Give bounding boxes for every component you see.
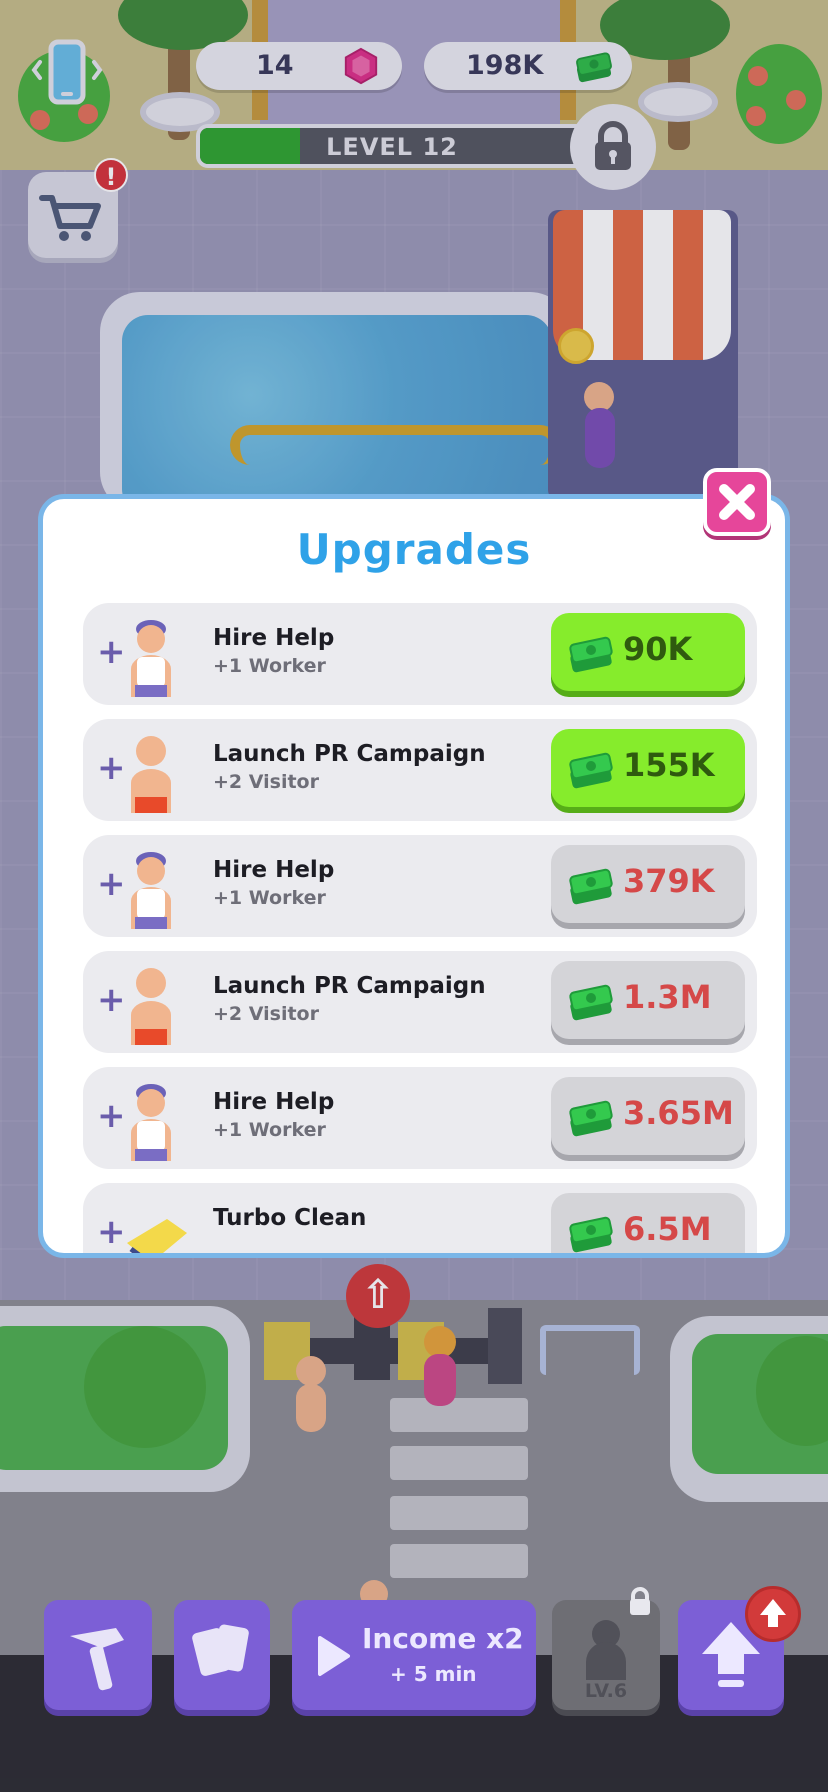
upgrade-price: 3.65M (623, 1094, 734, 1132)
visitor-avatar-icon (121, 729, 181, 813)
play-icon (318, 1636, 350, 1676)
upgrade-subtitle: +1 Worker (213, 1119, 326, 1141)
upgrade-row: + Hire Help +1 Worker 379K (83, 835, 757, 937)
worker-avatar-icon (121, 1077, 181, 1161)
upgrade-subtitle: +1 Worker (213, 887, 326, 909)
upgrade-title: Launch PR Campaign (213, 973, 486, 999)
character-level-label: LV.6 (584, 1680, 628, 1702)
upgrade-arrow-icon (760, 1599, 786, 1627)
upgrade-row: + Hire Help +1 Worker 3.65M (83, 1067, 757, 1169)
cash-stack-icon (569, 752, 613, 789)
buy-upgrade-button[interactable]: 379K (551, 845, 745, 923)
upgrade-title: Hire Help (213, 1089, 335, 1115)
cash-stack-icon (569, 868, 613, 905)
cash-stack-icon (569, 636, 613, 673)
buy-upgrade-button[interactable]: 6.5M (551, 1193, 745, 1253)
upgrade-title: Launch PR Campaign (213, 741, 486, 767)
upgrades-modal: Upgrades + Hire Help +1 Worker 90K + Launch P… (38, 494, 790, 1258)
income-boost-duration: + 5 min (390, 1662, 477, 1686)
income-boost-title: Income x2 (362, 1622, 524, 1655)
upgrade-subtitle: +2 Visitor (213, 1003, 319, 1025)
cash-stack-icon (569, 1216, 613, 1253)
buy-upgrade-button[interactable]: 1.3M (551, 961, 745, 1039)
worker-avatar-icon (121, 845, 181, 929)
upgrade-row: + Launch PR Campaign +2 Visitor 155K (83, 719, 757, 821)
cards-icon (192, 1624, 249, 1676)
visitor-avatar-icon (121, 961, 181, 1045)
modal-title: Upgrades (296, 525, 532, 574)
upgrade-price: 6.5M (623, 1210, 712, 1248)
buy-upgrade-button[interactable]: 90K (551, 613, 745, 691)
close-button[interactable] (703, 468, 771, 536)
upgrade-row: + Launch PR Campaign +2 Visitor 1.3M (83, 951, 757, 1053)
buy-upgrade-button[interactable]: 155K (551, 729, 745, 807)
upgrade-title: Hire Help (213, 625, 335, 651)
upgrade-title: Hire Help (213, 857, 335, 883)
upgrade-price: 90K (623, 630, 693, 668)
upgrade-subtitle: +1 Worker (213, 655, 326, 677)
upgrade-price: 379K (623, 862, 715, 900)
cash-stack-icon (569, 984, 613, 1021)
upgrade-available-badge (745, 1586, 801, 1642)
buy-upgrade-button[interactable]: 3.65M (551, 1077, 745, 1155)
upgrade-price: 155K (623, 746, 715, 784)
build-button[interactable] (44, 1600, 152, 1710)
cards-button[interactable] (174, 1600, 270, 1710)
income-boost-button[interactable]: Income x2 + 5 min (292, 1600, 536, 1710)
hammer-icon (70, 1628, 124, 1691)
worker-avatar-icon (121, 613, 181, 697)
upgrade-row: + Turbo Clean 6.5M (83, 1183, 757, 1253)
upgrade-title: Turbo Clean (213, 1205, 367, 1231)
upgrade-row: + Hire Help +1 Worker 90K (83, 603, 757, 705)
cash-stack-icon (569, 1100, 613, 1137)
lock-icon (630, 1587, 650, 1615)
upgrade-subtitle: +2 Visitor (213, 771, 319, 793)
close-icon (719, 484, 755, 520)
upgrade-price: 1.3M (623, 978, 712, 1016)
cleaner-avatar-icon (121, 1193, 187, 1253)
